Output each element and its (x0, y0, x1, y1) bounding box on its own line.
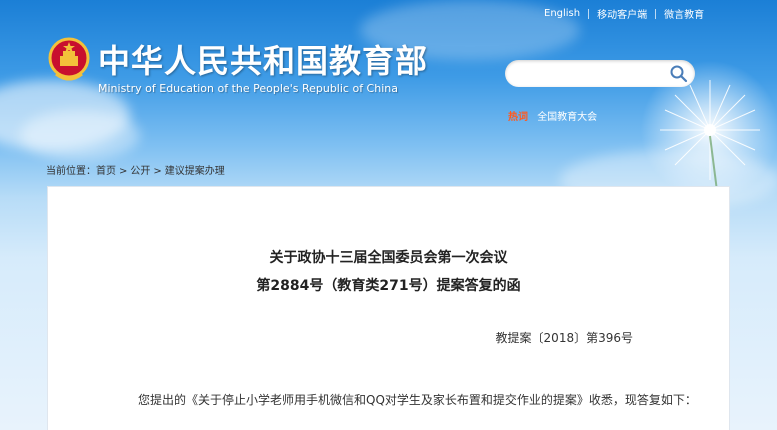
breadcrumb-proposals[interactable]: 建议提案办理 (165, 166, 225, 177)
search-input[interactable] (515, 64, 665, 83)
hot-label: 热词 (508, 112, 528, 123)
divider (588, 8, 590, 19)
breadcrumb-prefix: 当前位置： (46, 166, 96, 177)
breadcrumb-separator: > (119, 166, 128, 177)
document-title-line1: 关于政协十三届全国委员会第一次会议 (269, 250, 508, 266)
cloud-decoration (20, 110, 140, 160)
search-icon[interactable] (669, 64, 689, 83)
site-subtitle: Ministry of Education of the People's Re… (98, 82, 398, 95)
document-title-line2: 第2884号（教育类271号）提案答复的函 (256, 278, 521, 294)
national-emblem-icon (48, 37, 90, 81)
breadcrumb-home[interactable]: 首页 (96, 166, 116, 177)
divider (655, 8, 657, 19)
hot-item-national-education-conference[interactable]: 全国教育大会 (537, 112, 597, 123)
search-box (505, 60, 695, 87)
document-number: 教提案〔2018〕第396号 (495, 331, 633, 345)
weiyan-link[interactable]: 微言教育 (664, 6, 704, 21)
breadcrumb-separator: > (153, 166, 162, 177)
hot-words: 热词 全国教育大会 (508, 108, 597, 123)
site-title[interactable]: 中华人民共和国教育部 (98, 36, 428, 82)
document-paragraph: 您提出的《关于停止小学老师用手机微信和QQ对学生及家长布置和提交作业的提案》收悉… (138, 393, 697, 407)
breadcrumb: 当前位置：首页 > 公开 > 建议提案办理 (46, 162, 225, 177)
breadcrumb-public[interactable]: 公开 (130, 166, 150, 177)
mobile-client-link[interactable]: 移动客户端 (597, 6, 647, 21)
content-panel: 关于政协十三届全国委员会第一次会议 第2884号（教育类271号）提案答复的函 … (47, 186, 730, 430)
top-links: English 移动客户端 微言教育 (544, 6, 704, 21)
english-link[interactable]: English (544, 8, 580, 19)
